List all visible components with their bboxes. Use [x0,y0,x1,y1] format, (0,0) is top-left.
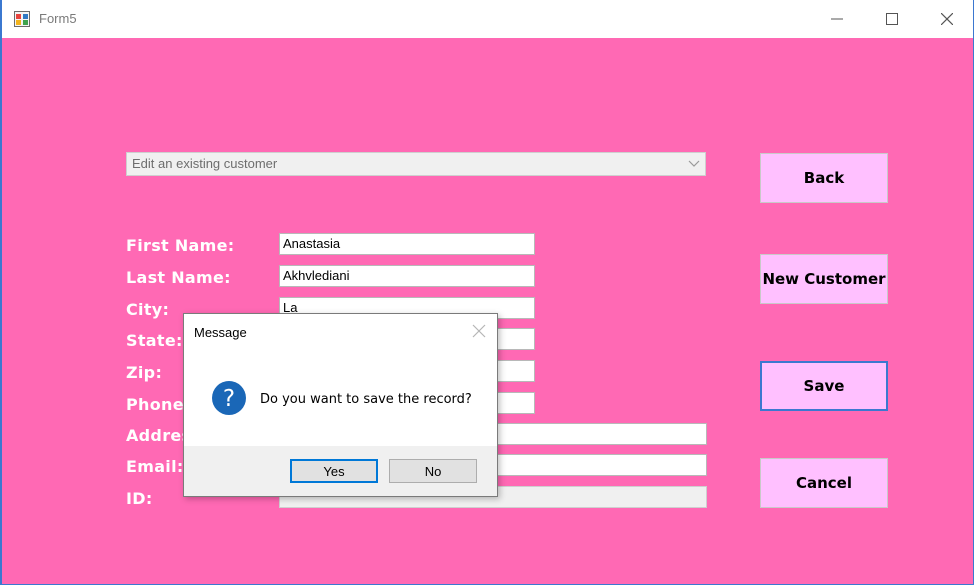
app-icon [14,11,30,27]
mode-select-value: Edit an existing customer [132,156,278,171]
svg-text:?: ? [223,386,235,412]
cancel-button[interactable]: Cancel [760,458,888,508]
mode-select[interactable]: Edit an existing customer [126,152,706,176]
form-client-area: Edit an existing customer First Name: La… [2,38,973,584]
id-label: ID: [126,489,153,508]
close-icon [941,13,953,25]
title-bar[interactable]: Form5 [2,0,973,38]
dialog-message: Do you want to save the record? [260,392,472,407]
no-button[interactable]: No [389,459,477,483]
last-name-field[interactable]: Akhvlediani [279,265,535,287]
first-name-label: First Name: [126,236,235,255]
dialog-title: Message [194,325,247,340]
last-name-label: Last Name: [126,268,231,287]
dialog-button-bar: Yes No [184,446,497,496]
save-button[interactable]: Save [760,361,888,411]
maximize-icon [886,13,898,25]
question-icon: ? [212,381,246,415]
close-button[interactable] [924,0,970,38]
new-customer-button[interactable]: New Customer [760,254,888,304]
window-title: Form5 [39,11,77,26]
email-label: Email: [126,457,184,476]
zip-label: Zip: [126,363,163,382]
message-dialog: Message ? Do you want to save the record… [183,313,498,497]
state-label: State: [126,331,183,350]
main-window: Form5 Edit an existing customer First Na… [0,0,974,585]
city-label: City: [126,300,170,319]
phone-label: Phone: [126,395,191,414]
first-name-field[interactable]: Anastasia [279,233,535,255]
minimize-icon [831,18,843,20]
maximize-button[interactable] [869,0,915,38]
yes-button[interactable]: Yes [290,459,378,483]
dialog-close-icon[interactable] [471,323,487,339]
minimize-button[interactable] [814,0,860,38]
back-button[interactable]: Back [760,153,888,203]
chevron-down-icon[interactable] [683,153,705,175]
